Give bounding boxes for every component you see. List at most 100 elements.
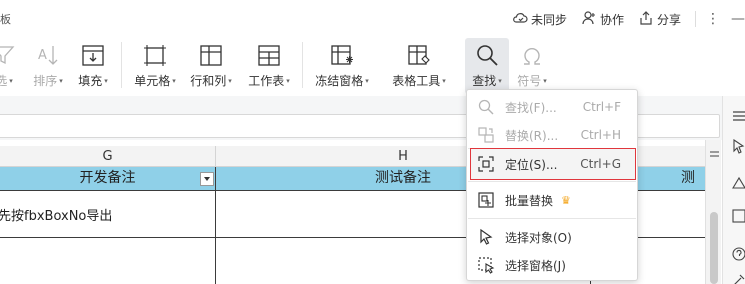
worksheet-button[interactable]: 工作表 ▾ [244, 38, 294, 94]
collaborate-label: 协作 [599, 12, 624, 27]
filter-label: 选 [0, 74, 8, 88]
replace-icon [477, 126, 495, 144]
caret-icon: ▾ [543, 76, 547, 85]
caret-icon: ▾ [442, 76, 446, 85]
header-dev-notes-text: 开发备注 [79, 170, 136, 186]
menu-item-find-label: 查找(F)... [505, 100, 557, 115]
caret-icon: ▾ [228, 76, 232, 85]
collaborate-button[interactable]: 协作 [581, 10, 624, 29]
share-icon [638, 10, 654, 29]
pointer-icon [477, 228, 495, 246]
rows-cols-button[interactable]: 行和列 ▾ [187, 38, 235, 94]
rows-cols-icon [198, 38, 224, 68]
menu-lines-icon[interactable] [731, 108, 745, 124]
scrollbar-thumb[interactable] [710, 212, 718, 284]
crown-icon: ♛ [561, 193, 571, 207]
menu-item-goto[interactable]: 定位(S)... Ctrl+G [470, 148, 636, 180]
cell-button[interactable]: 单元格 ▾ [131, 38, 179, 94]
worksheet-label: 工作表 [248, 74, 285, 88]
worksheet-icon [256, 38, 282, 68]
table-tools-icon [406, 38, 432, 68]
sort-icon: A [35, 38, 61, 68]
minimize-icon[interactable]: — [731, 11, 745, 27]
batch-replace-icon [477, 191, 495, 209]
menu-item-goto-shortcut: Ctrl+G [580, 157, 621, 171]
ribbon-divider [302, 42, 303, 88]
menu-item-batch-replace[interactable]: 批量替换 ♛ [471, 185, 635, 215]
fill-label: 填充 [78, 74, 103, 88]
find-button[interactable]: 查找 ▾ [465, 38, 509, 94]
menu-item-replace[interactable]: 替换(R)... Ctrl+H [471, 120, 635, 150]
sort-button[interactable]: A 排序 ▾ [30, 38, 66, 94]
menu-item-find-shortcut: Ctrl+F [582, 100, 621, 114]
sync-label: 未同步 [530, 12, 567, 27]
tool-icon[interactable] [731, 272, 745, 284]
caret-icon: ▾ [9, 76, 13, 85]
selection-pane-icon [477, 256, 495, 274]
omega-icon [519, 38, 545, 68]
caret-icon: ▾ [286, 76, 290, 85]
symbol-label: 符号 [517, 74, 542, 88]
menu-item-batch-replace-label: 批量替换 [505, 193, 554, 208]
more-icon[interactable]: ⋮ [706, 11, 720, 27]
find-dropdown-menu: 查找(F)... Ctrl+F 替换(R)... Ctrl+H 定位(S)...… [466, 89, 638, 281]
freeze-panes-button[interactable]: 冻结窗格 ▾ [311, 38, 373, 94]
sort-label: 排序 [33, 74, 58, 88]
cursor-icon[interactable] [731, 138, 745, 154]
filter-dropdown-button[interactable] [200, 172, 214, 186]
top-actions: 未同步 协作 分享 ⋮ — [512, 8, 745, 30]
menu-divider [468, 218, 636, 219]
header-test-notes-text: 测试备注 [375, 170, 431, 186]
menu-item-goto-label: 定位(S)... [505, 157, 558, 172]
header-test-next-text: 测试 [681, 170, 695, 186]
column-divider [215, 190, 216, 284]
find-label: 查找 [472, 74, 497, 88]
menu-item-find[interactable]: 查找(F)... Ctrl+F [471, 92, 635, 122]
cell-icon [142, 38, 168, 68]
ribbon-toolbar: 选▾ A 排序▾ 填充▾ 单元格▾ 行和列▾ 工作表▾ 冻结窗格▾ [0, 36, 745, 96]
freeze-panes-label: 冻结窗格 [315, 74, 364, 88]
filter-button[interactable]: 选 ▾ [0, 38, 16, 94]
document-title: 板 [0, 13, 11, 26]
caret-icon: ▾ [172, 76, 176, 85]
caret-icon: ▾ [104, 76, 108, 85]
menu-item-selection-pane[interactable]: 选择窗格(J) [471, 250, 635, 280]
symbol-button[interactable]: 符号 ▾ [512, 38, 552, 94]
column-header-g[interactable]: G [0, 146, 216, 167]
menu-divider [468, 181, 636, 182]
share-button[interactable]: 分享 [638, 10, 681, 29]
ribbon-divider [121, 42, 122, 88]
search-icon [477, 98, 495, 116]
table-tools-button[interactable]: 表格工具 ▾ [388, 38, 450, 94]
locate-icon [477, 155, 495, 173]
menu-item-replace-shortcut: Ctrl+H [580, 128, 621, 142]
share-label: 分享 [656, 12, 681, 27]
fill-icon [80, 38, 106, 68]
right-sidebar [722, 96, 745, 284]
filter-icon [0, 38, 17, 68]
search-icon [474, 38, 500, 68]
header-cell-dev-notes[interactable]: 开发备注 [0, 167, 216, 190]
note-icon[interactable] [731, 208, 745, 224]
person-icon [581, 10, 597, 29]
title-bar: 板 未同步 协作 分享 ⋮ — [0, 0, 745, 36]
table-tools-label: 表格工具 [392, 74, 441, 88]
caret-icon: ▾ [498, 76, 502, 85]
fill-button[interactable]: 填充 ▾ [75, 38, 111, 94]
cell-label: 单元格 [134, 74, 171, 88]
help-icon[interactable] [731, 246, 745, 262]
vertical-scrollbar[interactable] [705, 140, 721, 284]
menu-item-replace-label: 替换(R)... [505, 128, 559, 143]
menu-item-select-objects-label: 选择对象(O) [505, 230, 572, 245]
svg-text:A: A [38, 48, 47, 63]
menu-item-select-objects[interactable]: 选择对象(O) [471, 222, 635, 252]
shape-icon[interactable] [731, 174, 745, 190]
menu-item-selection-pane-label: 选择窗格(J) [505, 258, 566, 273]
cell-g2[interactable]: 先按fbxBoxNo导出 [0, 205, 112, 224]
caret-icon: ▾ [59, 76, 63, 85]
sync-button[interactable]: 未同步 [512, 10, 567, 29]
rows-cols-label: 行和列 [190, 74, 227, 88]
scroll-grip-icon [710, 155, 719, 157]
cloud-sync-icon [512, 10, 528, 29]
caret-icon: ▾ [365, 76, 369, 85]
